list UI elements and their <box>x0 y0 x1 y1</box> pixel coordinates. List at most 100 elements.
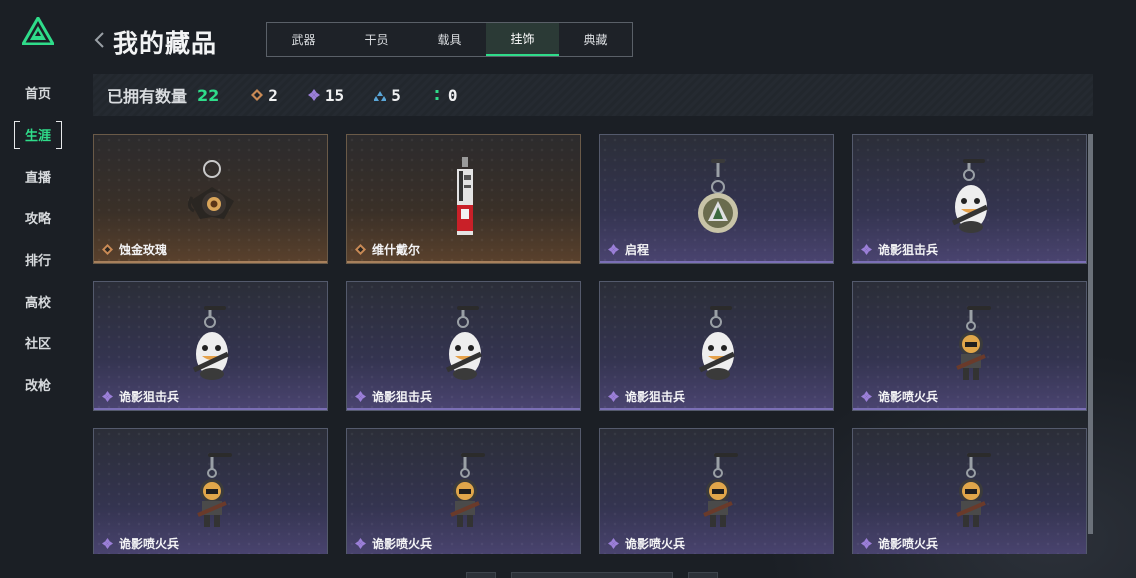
rarity-bar <box>347 261 580 263</box>
tab-operators[interactable]: 干员 <box>340 23 413 56</box>
charm-label: 维什戴尔 <box>355 241 420 258</box>
sidebar-item-home[interactable]: 首页 <box>14 79 62 105</box>
gold-diamond-icon <box>355 244 366 255</box>
charm-label: 蚀金玫瑰 <box>102 241 167 258</box>
stat-green-value: 0 <box>447 85 458 105</box>
charm-name: 诡影喷火兵 <box>878 537 939 551</box>
charm-name: 诡影喷火兵 <box>878 390 939 404</box>
owned-count-bar: 已拥有数量 22 2 15 5 0 <box>93 74 1093 116</box>
pager-prev-button[interactable] <box>466 572 496 578</box>
sidebar-item-live[interactable]: 直播 <box>14 163 62 189</box>
sidebar-item-community[interactable]: 社区 <box>14 329 62 355</box>
stat-blue-value: 5 <box>391 85 401 105</box>
charm-card[interactable]: 蚀金玫瑰 <box>93 134 328 264</box>
scrollbar-track <box>1088 134 1093 534</box>
charm-label: 诡影喷火兵 <box>102 535 179 552</box>
sidebar-item-guides[interactable]: 攻略 <box>14 204 62 230</box>
sidebar-item-career[interactable]: 生涯 <box>14 121 62 149</box>
charm-image <box>182 451 242 535</box>
stat-green: 0 <box>431 85 458 105</box>
charm-label: 诡影狙击兵 <box>861 241 938 258</box>
charm-card[interactable]: 诡影狙击兵 <box>93 281 328 411</box>
purple-diamond-icon <box>608 244 619 255</box>
charm-image <box>941 157 1001 241</box>
category-tabs: 武器 干员 载具 挂饰 典藏 <box>266 22 633 57</box>
charm-grid: 蚀金玫瑰 维什戴尔 启程 诡影狙击兵 诡影狙击兵 诡影狙击兵 诡影狙击兵 诡影喷火兵 诡影喷火兵… <box>93 134 1087 554</box>
charm-name: 诡影狙击兵 <box>119 390 180 404</box>
gold-diamond-icon <box>251 89 264 101</box>
charm-image <box>941 451 1001 535</box>
purple-diamond-icon <box>861 244 872 255</box>
charm-name: 诡影狙击兵 <box>625 390 686 404</box>
charm-label: 诡影狙击兵 <box>608 388 685 405</box>
charm-image <box>688 451 748 535</box>
charm-name: 蚀金玫瑰 <box>119 243 168 257</box>
rarity-bar <box>94 261 327 263</box>
charm-card[interactable]: 诡影喷火兵 <box>93 428 328 554</box>
charm-name: 诡影喷火兵 <box>372 537 433 551</box>
sidebar-item-gunsmith[interactable]: 改枪 <box>14 371 62 397</box>
charm-image <box>435 157 495 241</box>
charm-image <box>182 157 242 241</box>
purple-diamond-icon <box>861 538 872 549</box>
charm-name: 维什戴尔 <box>372 243 421 257</box>
stat-purple: 15 <box>307 85 345 105</box>
stat-gold-value: 2 <box>268 85 278 105</box>
back-arrow-icon[interactable] <box>92 30 108 50</box>
purple-diamond-icon <box>608 538 619 549</box>
charm-label: 诡影狙击兵 <box>102 388 179 405</box>
rarity-bar <box>853 408 1086 410</box>
rarity-bar <box>347 408 580 410</box>
charm-label: 诡影喷火兵 <box>861 388 938 405</box>
tab-vehicles[interactable]: 载具 <box>413 23 486 56</box>
charm-label: 诡影狙击兵 <box>355 388 432 405</box>
charm-card[interactable]: 诡影狙击兵 <box>599 281 834 411</box>
sidebar-item-college[interactable]: 高校 <box>14 288 62 314</box>
tab-collection[interactable]: 典藏 <box>559 23 632 56</box>
purple-diamond-icon <box>102 391 113 402</box>
charm-card[interactable]: 诡影喷火兵 <box>346 428 581 554</box>
purple-diamond-icon <box>355 391 366 402</box>
app-logo-icon[interactable] <box>22 17 54 45</box>
charm-label: 诡影喷火兵 <box>608 535 685 552</box>
rarity-bar <box>94 408 327 410</box>
charm-label: 诡影喷火兵 <box>861 535 938 552</box>
charm-card[interactable]: 诡影狙击兵 <box>852 134 1087 264</box>
charm-card[interactable]: 诡影狙击兵 <box>346 281 581 411</box>
charm-name: 诡影喷火兵 <box>119 537 180 551</box>
charm-card[interactable]: 诡影喷火兵 <box>852 428 1087 554</box>
purple-diamond-icon <box>307 89 320 101</box>
charm-label: 启程 <box>608 241 649 258</box>
owned-count-total: 22 <box>197 85 220 105</box>
tab-charms[interactable]: 挂饰 <box>486 23 559 56</box>
charm-card[interactable]: 诡影喷火兵 <box>852 281 1087 411</box>
green-dots-icon <box>435 90 439 100</box>
stat-purple-value: 15 <box>324 85 345 105</box>
rarity-bar <box>600 261 833 263</box>
tab-weapons[interactable]: 武器 <box>267 23 340 56</box>
purple-diamond-icon <box>861 391 872 402</box>
purple-diamond-icon <box>355 538 366 549</box>
gold-diamond-icon <box>102 244 113 255</box>
charm-image <box>435 451 495 535</box>
pager-indicator <box>511 572 673 578</box>
charm-image <box>688 304 748 388</box>
charm-name: 诡影狙击兵 <box>878 243 939 257</box>
charm-card[interactable]: 诡影喷火兵 <box>599 428 834 554</box>
rarity-bar <box>853 261 1086 263</box>
stat-gold: 2 <box>251 86 278 105</box>
purple-diamond-icon <box>102 538 113 549</box>
charm-card[interactable]: 启程 <box>599 134 834 264</box>
charm-image <box>688 157 748 241</box>
sidebar-item-rankings[interactable]: 排行 <box>14 246 62 272</box>
charm-image <box>435 304 495 388</box>
owned-count-label: 已拥有数量 <box>107 87 188 106</box>
charm-card[interactable]: 维什戴尔 <box>346 134 581 264</box>
charm-name: 启程 <box>625 243 650 257</box>
charm-name: 诡影喷火兵 <box>625 537 686 551</box>
purple-diamond-icon <box>608 391 619 402</box>
sidebar: 首页 生涯 直播 攻略 排行 高校 社区 改枪 <box>0 0 78 578</box>
charm-image <box>182 304 242 388</box>
pager-next-button[interactable] <box>688 572 718 578</box>
scrollbar-thumb[interactable] <box>1088 134 1093 534</box>
